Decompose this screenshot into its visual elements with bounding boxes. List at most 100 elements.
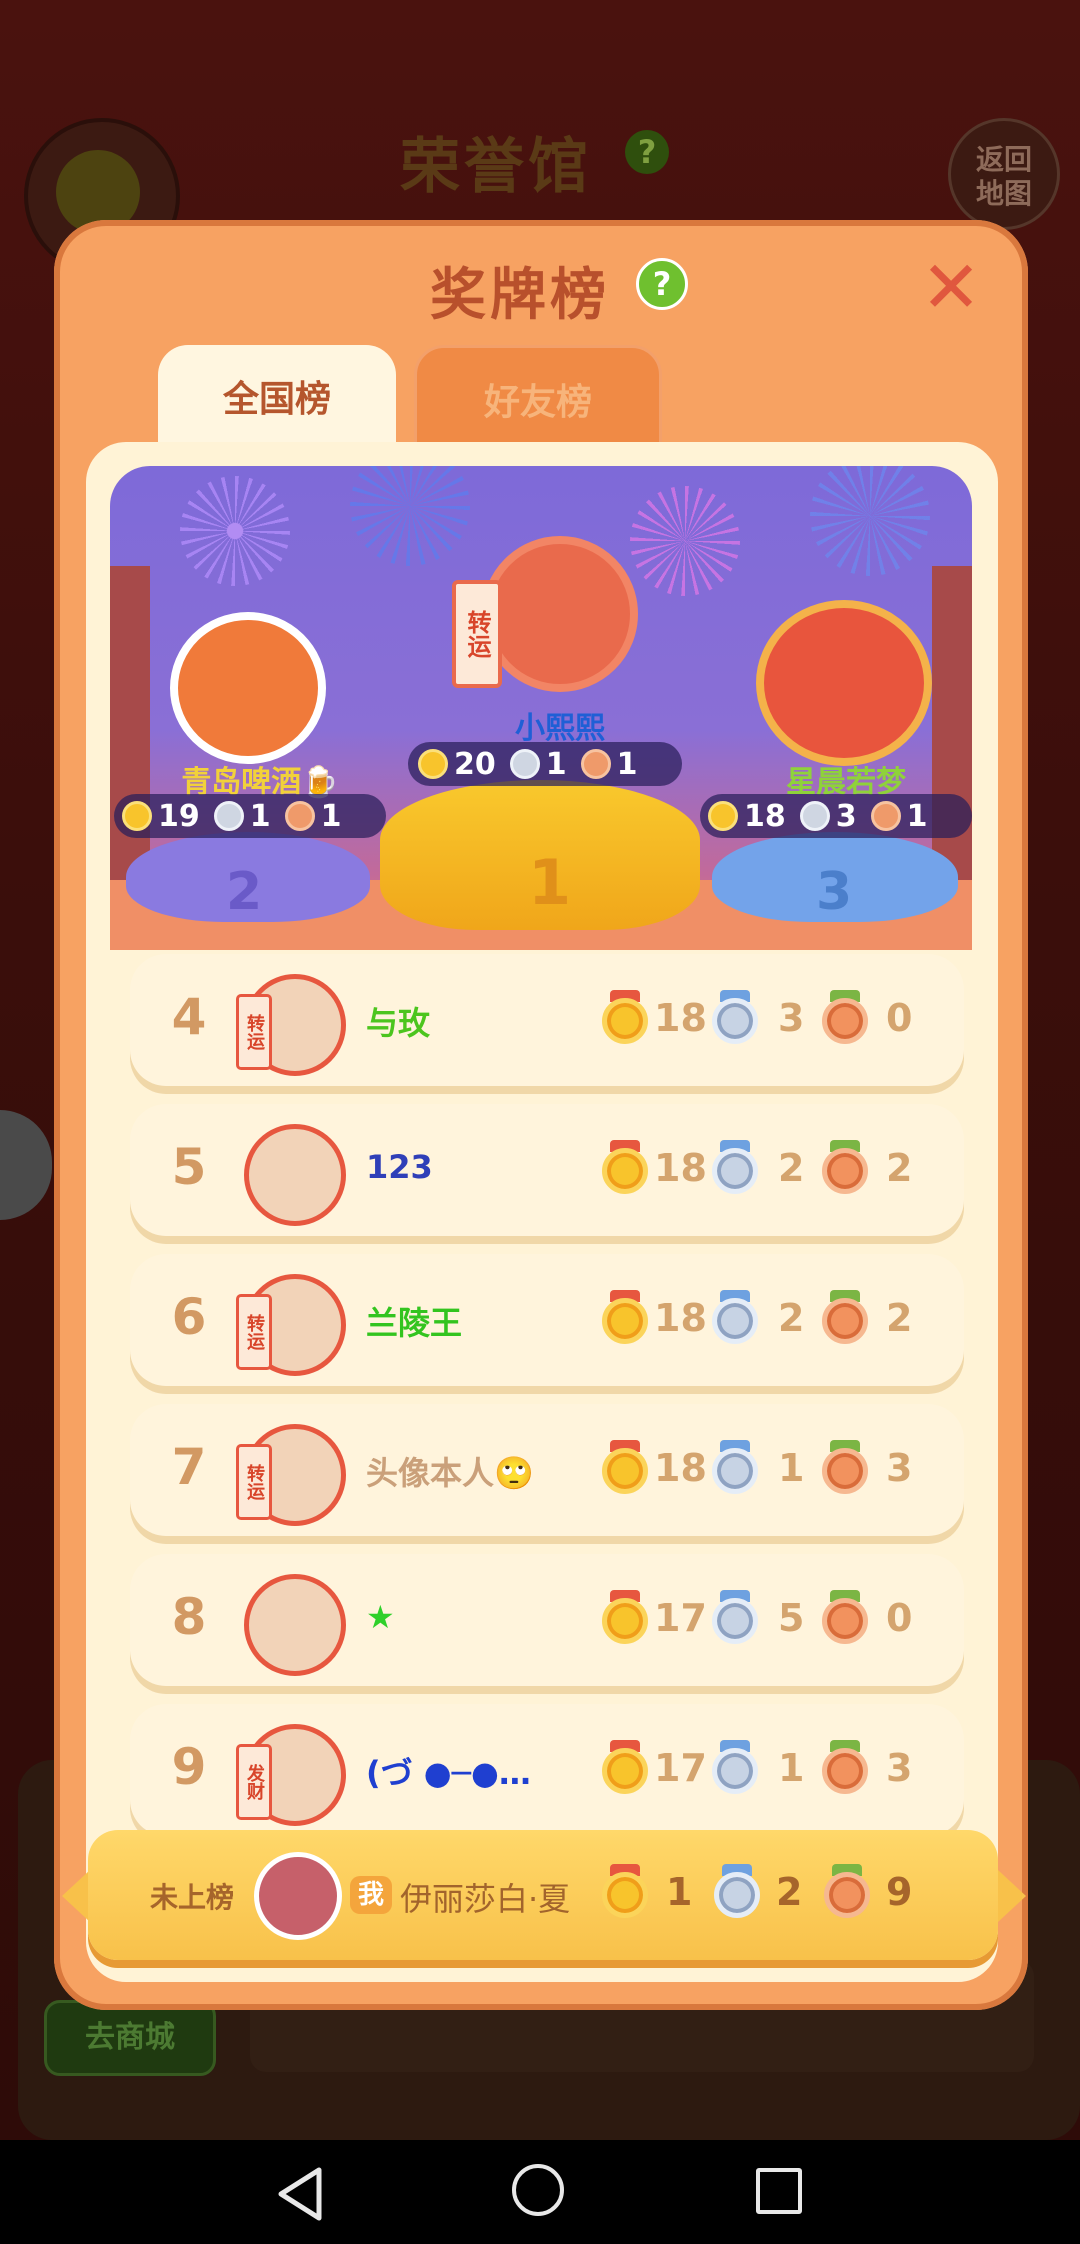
podium-1-silver: 1 [545,746,567,782]
player-name: ★ [366,1598,395,1636]
rank-number: 4 [171,988,207,1046]
bronze-medal-icon [822,1740,868,1794]
arrow-left-decoration [62,1870,90,1922]
circle-home-icon[interactable] [512,2164,564,2216]
silver-count: 5 [778,1596,805,1640]
gold-medal-icon [602,1864,648,1918]
gold-medal-icon [602,1740,648,1794]
triangle-back-icon[interactable] [275,2166,325,2222]
bronze-count: 0 [886,1596,913,1640]
silver-count: 1 [778,1446,805,1490]
silver-medal-icon [712,1290,758,1344]
bronze-medal-icon [822,1590,868,1644]
gold-medal-icon [602,1140,648,1194]
gold-count: 17 [654,1596,707,1640]
silver-medal-icon [712,1440,758,1494]
gold-medal-icon [602,990,648,1044]
back-to-map-button: 返回地图 [948,118,1060,230]
me-tag: 我 [350,1876,392,1914]
podium-3-avatar[interactable] [756,600,932,766]
player-name: 与玫 [366,1004,431,1042]
player-name: 123 [366,1148,433,1186]
tab-national[interactable]: 全国榜 [158,345,396,445]
podium-2-silver: 1 [249,798,271,834]
my-ranking-row[interactable]: 未上榜 我 伊丽莎白·夏 1 2 9 [88,1830,998,1960]
ranking-row[interactable]: 9 发财 (づ ●─●… 17 1 3 [130,1704,964,1836]
gold-count: 18 [654,1296,707,1340]
ranking-row[interactable]: 7 转运 头像本人🙄 18 1 3 [130,1404,964,1536]
silver-count: 3 [778,996,805,1040]
rank-number: 9 [171,1738,207,1796]
close-icon[interactable]: ✕ [916,251,986,323]
gold-medal-icon [122,801,152,831]
arrow-right-decoration [998,1870,1026,1922]
rank-number: 8 [171,1588,207,1646]
podium-3-silver: 3 [835,798,857,834]
bronze-medal-icon [824,1864,870,1918]
podium-2-gold: 19 [158,798,200,834]
tab-friends[interactable]: 好友榜 [414,345,662,445]
bronze-medal-icon [822,1440,868,1494]
rank-number: 5 [171,1138,207,1196]
gold-medal-icon [708,801,738,831]
ranking-row[interactable]: 5 123 18 2 2 [130,1104,964,1236]
firework-decoration [810,466,930,576]
silver-medal-icon [712,1740,758,1794]
player-name: 兰陵王 [366,1304,463,1342]
player-name: (づ ●─●… [366,1754,531,1792]
gold-count: 17 [654,1746,707,1790]
bronze-medal-icon [822,990,868,1044]
silver-count: 1 [778,1746,805,1790]
bronze-medal-icon [822,1290,868,1344]
silver-medal-icon [799,801,830,831]
gold-medal-icon [602,1290,648,1344]
badge-icon: 转运 [236,1294,272,1370]
my-avatar [254,1852,342,1940]
bronze-count: 0 [886,996,913,1040]
gold-medal-icon [602,1440,648,1494]
ranking-row[interactable]: 4 转运 与玫 18 3 0 [130,954,964,1086]
podium-1-avatar[interactable] [482,536,638,692]
bronze-count: 2 [886,1146,913,1190]
my-bronze: 9 [886,1870,913,1914]
background-help-icon: ? [625,130,669,174]
bronze-medal-icon [284,801,315,831]
gold-medal-icon [602,1590,648,1644]
my-name: 伊丽莎白·夏 [400,1880,571,1918]
badge-icon: 转运 [236,1444,272,1520]
player-avatar[interactable] [244,1124,346,1226]
badge-icon: 发财 [236,1744,272,1820]
rank-number: 6 [171,1288,207,1346]
bronze-count: 2 [886,1296,913,1340]
my-silver: 2 [776,1870,803,1914]
firework-decoration [630,486,740,596]
silver-medal-icon [712,990,758,1044]
square-recent-icon[interactable] [756,2168,802,2214]
silver-medal-icon [213,801,244,831]
firework-decoration [180,476,290,586]
ranking-row[interactable]: 8 ★ 17 5 0 [130,1554,964,1686]
shop-button: 去商城 [44,2000,216,2076]
podium-3-gold: 18 [744,798,786,834]
bronze-medal-icon [822,1140,868,1194]
background-title: 荣誉馆 [400,132,592,202]
silver-medal-icon [712,1590,758,1644]
help-icon[interactable]: ? [636,258,688,310]
silver-count: 2 [778,1296,805,1340]
rank-number: 7 [171,1438,207,1496]
gold-count: 18 [654,1146,707,1190]
gold-count: 18 [654,996,707,1040]
badge-icon: 转运 [236,994,272,1070]
silver-medal-icon [712,1140,758,1194]
podium-1-bronze: 1 [616,746,638,782]
player-avatar[interactable] [244,1574,346,1676]
podium-2-avatar[interactable] [170,612,326,764]
podium-1-name: 小熙熙 [515,711,605,746]
firework-decoration [350,466,470,566]
pedestal-2-number: 2 [226,862,263,922]
pedestal-3-number: 3 [816,862,853,922]
bronze-count: 3 [886,1746,913,1790]
ranking-row[interactable]: 6 转运 兰陵王 18 2 2 [130,1254,964,1386]
silver-medal-icon [509,749,540,779]
gold-count: 18 [654,1446,707,1490]
